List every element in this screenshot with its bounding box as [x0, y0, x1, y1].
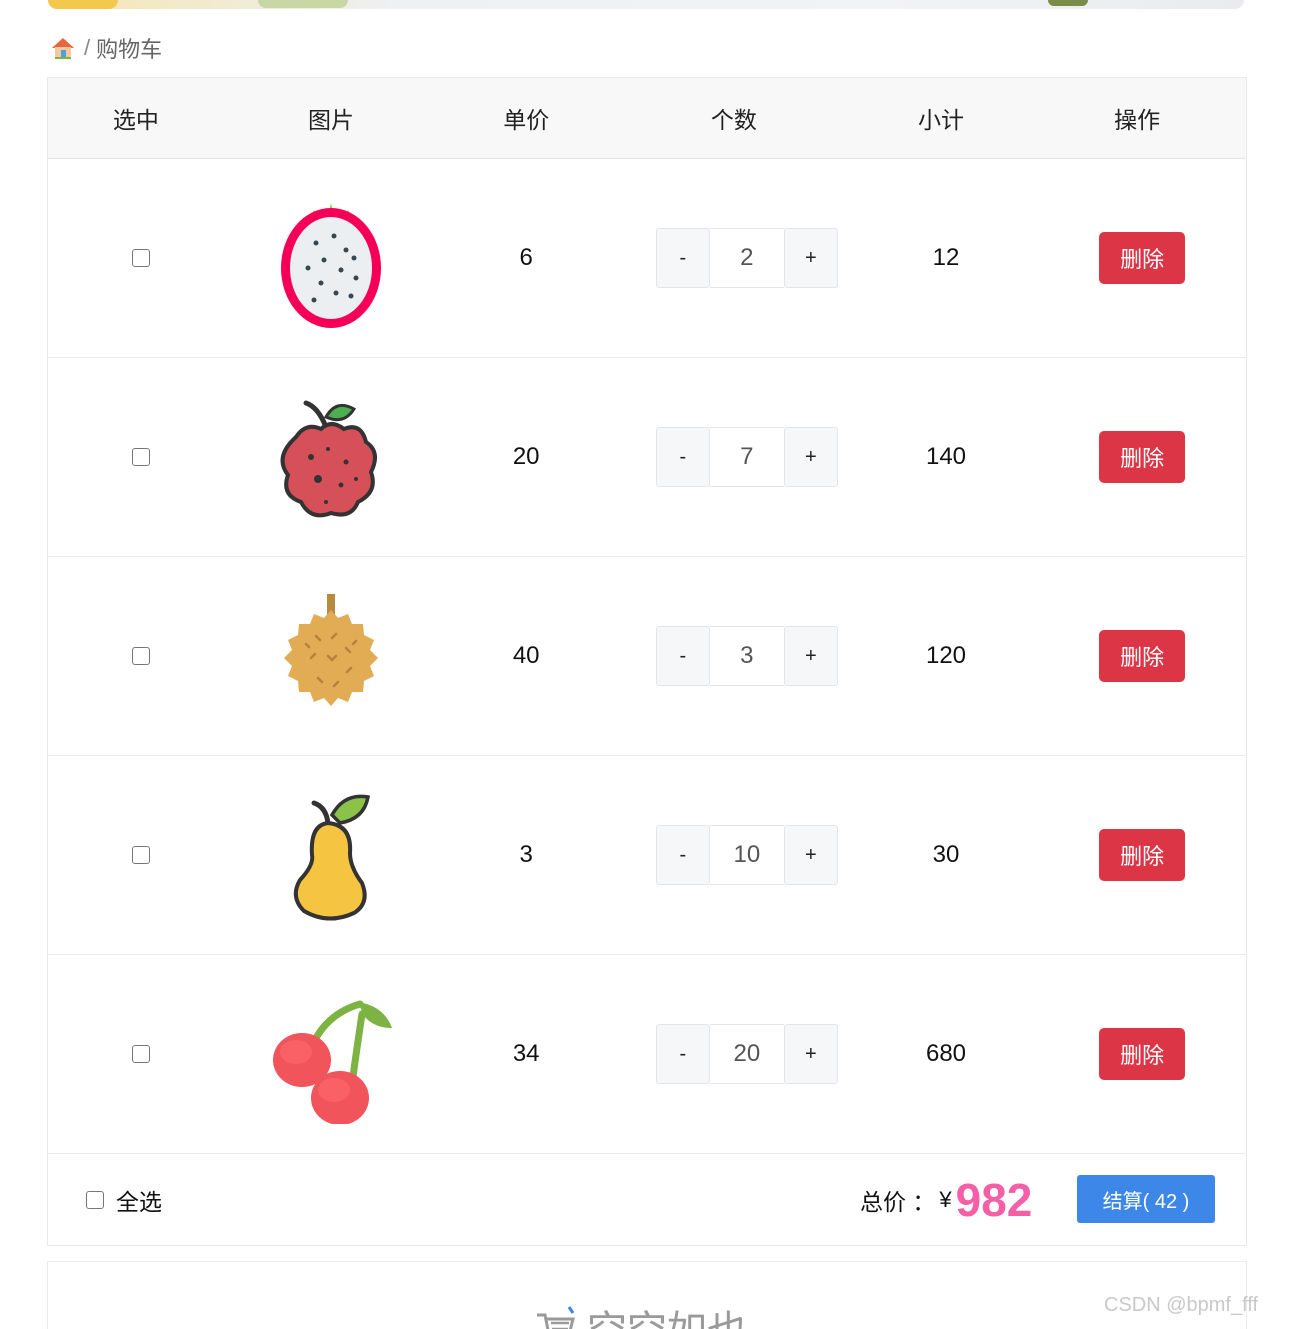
increase-button[interactable]: +	[783, 1024, 838, 1084]
unit-price: 3	[519, 841, 533, 868]
table-row: 34 - 20 + 680 删除	[48, 955, 1246, 1154]
delete-button[interactable]: 删除	[1099, 630, 1186, 682]
quantity-stepper: - 20 +	[655, 1024, 838, 1084]
banner-image-strip	[48, 0, 1244, 9]
increase-button[interactable]: +	[783, 228, 838, 288]
breadcrumb: / 购物车	[50, 33, 162, 63]
decrease-button[interactable]: -	[655, 1024, 710, 1084]
table-header: 选中 图片 单价 个数 小计 操作	[48, 78, 1246, 159]
house-icon[interactable]	[50, 35, 76, 61]
currency-symbol: ¥	[939, 1186, 952, 1212]
unit-price: 40	[512, 642, 540, 669]
increase-button[interactable]: +	[783, 427, 838, 487]
banner-fruit-decor	[258, 0, 348, 8]
header-select: 选中	[112, 107, 159, 133]
breadcrumb-current: 购物车	[96, 37, 163, 62]
quantity-stepper: - 3 +	[655, 626, 838, 686]
delete-button[interactable]: 删除	[1099, 232, 1186, 284]
row-checkbox[interactable]	[131, 647, 150, 665]
cherry-icon	[273, 1000, 393, 1124]
decrease-button[interactable]: -	[655, 825, 710, 885]
checkout-button[interactable]: 结算( 42 )	[1077, 1175, 1215, 1223]
quantity-input[interactable]: 10	[709, 825, 784, 885]
header-actions: 操作	[1114, 107, 1161, 133]
table-row: 20 - 7 + 140 删除	[48, 358, 1246, 557]
delete-button[interactable]: 删除	[1099, 431, 1186, 483]
row-subtotal: 30	[932, 841, 960, 868]
quantity-input[interactable]: 20	[709, 1024, 784, 1084]
delete-button[interactable]: 删除	[1099, 1028, 1186, 1080]
empty-cart-message: 空空如也	[533, 1298, 747, 1329]
watermark: CSDN @bpmf_fff	[1104, 1294, 1259, 1316]
quantity-stepper: - 2 +	[655, 228, 838, 288]
shopping-cart-icon	[537, 1306, 575, 1329]
delete-button[interactable]: 删除	[1099, 829, 1186, 881]
dragonfruit-icon	[281, 203, 382, 328]
unit-price: 20	[512, 443, 540, 470]
banner-fruit-decor	[1048, 0, 1088, 6]
table-footer: 全选 总价 ： ¥ 982 结算( 42 )	[48, 1154, 1246, 1245]
quantity-input[interactable]: 2	[709, 228, 784, 288]
row-subtotal: 12	[932, 244, 960, 271]
decrease-button[interactable]: -	[655, 626, 710, 686]
select-all-label: 全选	[116, 1188, 162, 1215]
durian-icon	[284, 594, 379, 706]
header-subtotal: 小计	[917, 107, 964, 133]
lychee-icon	[280, 400, 377, 518]
row-checkbox[interactable]	[131, 1045, 150, 1063]
quantity-input[interactable]: 3	[709, 626, 784, 686]
empty-cart-panel: 空空如也	[47, 1261, 1247, 1329]
table-row: 6 - 2 + 12 删除	[48, 159, 1246, 358]
pear-icon	[293, 794, 371, 921]
row-subtotal: 120	[925, 642, 967, 669]
header-quantity: 个数	[710, 107, 757, 133]
table-row: 40 - 3 + 120 删除	[48, 557, 1246, 756]
banner-fruit-decor	[48, 0, 118, 9]
increase-button[interactable]: +	[783, 825, 838, 885]
quantity-stepper: - 7 +	[655, 427, 838, 487]
quantity-stepper: - 10 +	[655, 825, 838, 885]
total-amount: 982	[955, 1173, 1033, 1226]
quantity-input[interactable]: 7	[709, 427, 784, 487]
cart-table: 选中 图片 单价 个数 小计 操作 6 - 2 + 12 删除 20 - 7 +…	[47, 77, 1247, 1246]
row-checkbox[interactable]	[131, 448, 150, 466]
unit-price: 6	[519, 244, 533, 271]
row-subtotal: 680	[925, 1040, 967, 1067]
decrease-button[interactable]: -	[655, 427, 710, 487]
table-row: 3 - 10 + 30 删除	[48, 756, 1246, 955]
row-checkbox[interactable]	[131, 846, 150, 864]
header-image: 图片	[308, 107, 355, 133]
select-all-checkbox[interactable]	[86, 1190, 104, 1209]
select-all[interactable]: 全选	[86, 1154, 162, 1245]
header-price: 单价	[503, 107, 550, 133]
empty-cart-text: 空空如也	[587, 1298, 747, 1329]
unit-price: 34	[512, 1040, 540, 1067]
total-price: 总价 ： ¥ 982	[860, 1154, 1032, 1245]
decrease-button[interactable]: -	[655, 228, 710, 288]
row-subtotal: 140	[925, 443, 967, 470]
breadcrumb-separator: /	[84, 35, 91, 60]
total-label: 总价 ：	[860, 1188, 936, 1215]
row-checkbox[interactable]	[131, 249, 150, 267]
increase-button[interactable]: +	[783, 626, 838, 686]
